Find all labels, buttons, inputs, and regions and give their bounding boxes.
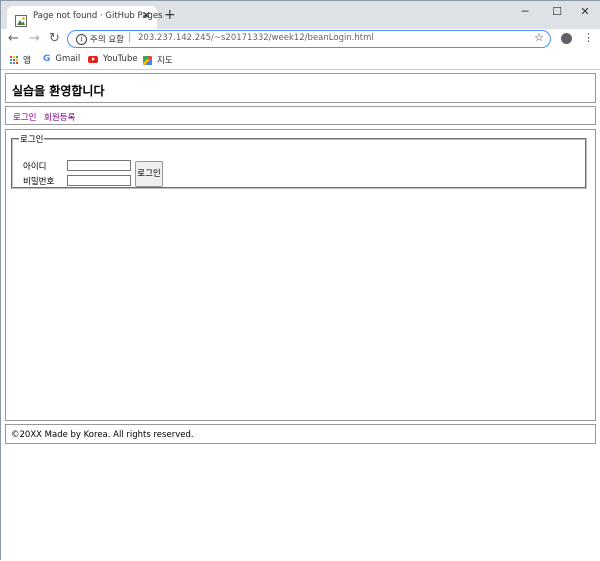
bookmark-youtube[interactable]: YouTube xyxy=(88,54,138,64)
bookmark-gmail[interactable]: G Gmail xyxy=(43,54,80,64)
maps-icon xyxy=(143,55,152,65)
nav-link-register[interactable]: 회원등록 xyxy=(44,111,75,123)
bookmark-apps[interactable]: 앱 xyxy=(10,54,31,66)
image-file-icon xyxy=(15,12,27,27)
login-fieldset: 로그인 아이디 비밀번호 로그인 xyxy=(11,133,587,189)
bookmark-label: YouTube xyxy=(103,54,138,64)
minimize-icon[interactable]: ─ xyxy=(509,3,541,21)
youtube-icon xyxy=(88,55,98,63)
apps-grid-icon xyxy=(10,56,18,64)
bookmark-label: 지도 xyxy=(157,56,173,66)
page-footer: ©20XX Made by Korea. All rights reserved… xyxy=(5,424,596,444)
id-label: 아이디 xyxy=(23,162,47,172)
tab-close-icon[interactable]: ✕ xyxy=(142,9,151,22)
window-close-icon[interactable]: ✕ xyxy=(569,3,600,21)
url-text[interactable]: 203.237.142.245/~s20171332/week12/beanLo… xyxy=(138,33,374,43)
browser-toolbar: ← → ↻ i 주의 요함 | 203.237.142.245/~s201713… xyxy=(1,29,600,51)
password-input[interactable] xyxy=(67,175,131,186)
page-header: 실습을 환영합니다 xyxy=(5,73,596,103)
browser-tab[interactable]: Page not found · GitHub Pages ✕ xyxy=(7,6,163,29)
back-arrow-icon[interactable]: ← xyxy=(8,32,19,46)
page-nav: 로그인 회원등록 xyxy=(5,106,596,125)
id-input[interactable] xyxy=(67,160,131,171)
url-separator: | xyxy=(128,32,132,43)
google-icon: G xyxy=(43,54,51,64)
bookmark-maps[interactable]: 지도 xyxy=(143,54,173,66)
bookmark-star-icon[interactable]: ☆ xyxy=(534,31,544,44)
address-bar[interactable]: i 주의 요함 | 203.237.142.245/~s20171332/wee… xyxy=(67,30,551,48)
main-content: 로그인 아이디 비밀번호 로그인 xyxy=(5,129,596,421)
more-menu-icon[interactable]: ⋮ xyxy=(583,31,594,45)
login-legend: 로그인 xyxy=(20,135,44,145)
profile-avatar-icon[interactable] xyxy=(561,33,572,44)
tab-strip: Page not found · GitHub Pages ✕ + ─ ☐ ✕ xyxy=(1,1,600,29)
page-title: 실습을 환영합니다 xyxy=(12,84,105,98)
bookmark-label: 앱 xyxy=(23,56,31,66)
info-icon[interactable]: i xyxy=(76,34,87,45)
footer-text: ©20XX Made by Korea. All rights reserved… xyxy=(11,430,194,440)
nav-link-login[interactable]: 로그인 xyxy=(13,111,36,123)
security-warning[interactable]: 주의 요함 xyxy=(90,33,124,45)
new-tab-icon[interactable]: + xyxy=(164,8,176,22)
bookmark-label: Gmail xyxy=(55,54,81,64)
forward-arrow-icon[interactable]: → xyxy=(29,32,40,46)
reload-icon[interactable]: ↻ xyxy=(49,32,60,46)
web-page: 실습을 환영합니다 로그인 회원등록 로그인 아이디 비밀번호 로그인 ©20X… xyxy=(1,70,600,561)
password-label: 비밀번호 xyxy=(23,177,55,187)
login-button[interactable]: 로그인 xyxy=(135,161,163,187)
bookmarks-bar: 앱 G Gmail YouTube 지도 xyxy=(1,51,600,70)
